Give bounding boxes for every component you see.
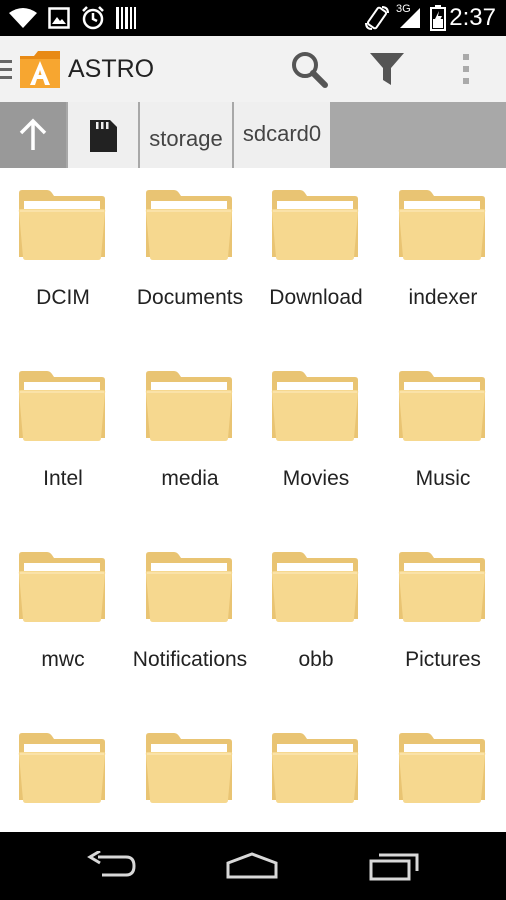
astro-logo-icon[interactable] [18,48,62,95]
filter-icon [370,53,404,85]
breadcrumb: storage sdcard0 [0,102,506,168]
up-button[interactable] [0,102,66,168]
folder-icon [145,552,233,622]
status-time: 2:37 [449,4,496,31]
folder-label: Music [415,467,471,490]
folder-item[interactable]: obb [253,530,379,711]
folder-item[interactable]: Pictures [380,530,506,711]
folder-label: obb [298,648,334,671]
wifi-icon [8,4,38,32]
overflow-menu-icon [463,54,469,84]
breadcrumb-label: sdcard0 [242,121,322,146]
folder-item[interactable]: Notifications [127,530,253,711]
folder-icon [18,733,106,803]
folder-icon [145,733,233,803]
back-icon [87,851,136,877]
image-icon [48,4,70,32]
folder-icon [398,371,486,441]
folder-item[interactable]: indexer [380,168,506,349]
home-button[interactable] [222,846,282,886]
folder-label: Movies [282,467,350,490]
folder-item[interactable]: DCIM [0,168,126,349]
folder-item[interactable] [127,711,253,832]
folder-item[interactable]: Documents [127,168,253,349]
folder-item[interactable]: Intel [0,349,126,530]
folder-icon [18,552,106,622]
folder-label: Notifications [132,648,248,671]
folder-icon [271,190,359,260]
folder-icon [398,733,486,803]
folder-label: mwc [41,648,85,671]
breadcrumb-item-storage[interactable]: storage [140,102,232,168]
sd-card-icon [90,120,117,152]
folder-item[interactable] [0,711,126,832]
folder-label: Pictures [405,648,481,671]
breadcrumb-label: storage [149,126,223,151]
overflow-menu-button[interactable] [443,46,489,92]
folder-item[interactable]: media [127,349,253,530]
back-button[interactable] [82,846,142,886]
folder-grid: DCIM Documents Download indexer Intel media Mo… [0,168,506,832]
signal-icon [398,4,422,32]
folder-item[interactable]: Music [380,349,506,530]
search-icon [292,52,328,88]
action-bar: ASTRO [0,36,506,104]
folder-item[interactable]: Download [253,168,379,349]
folder-item[interactable] [380,711,506,832]
folder-icon [145,190,233,260]
folder-label: media [161,467,219,490]
folder-icon [271,371,359,441]
folder-icon [18,190,106,260]
recent-apps-icon [369,853,419,881]
breadcrumb-item-sdcard0[interactable]: sdcard0 [234,102,330,168]
arrow-up-icon [19,118,47,150]
navigation-bar [0,832,506,900]
home-icon [226,852,278,879]
status-bar: 3G 2:37 [0,0,506,36]
folder-label: Download [269,286,363,309]
app-title: ASTRO [68,55,155,83]
filter-button[interactable] [364,46,410,92]
folder-label: DCIM [36,286,90,309]
barcode-icon [116,4,136,32]
folder-icon [398,190,486,260]
folder-label: indexer [408,286,478,309]
folder-label: Documents [136,286,244,309]
folder-icon [145,371,233,441]
alarm-icon [80,4,106,32]
rotate-icon [364,4,390,32]
search-button[interactable] [286,46,332,92]
folder-icon [398,552,486,622]
folder-item[interactable]: mwc [0,530,126,711]
folder-label: Intel [43,467,83,490]
breadcrumb-sdcard-root[interactable] [68,102,138,168]
battery-icon [430,4,446,32]
folder-icon [18,371,106,441]
folder-item[interactable] [253,711,379,832]
folder-icon [271,733,359,803]
drawer-toggle-icon[interactable] [0,58,14,87]
recent-apps-button[interactable] [364,846,424,886]
folder-item[interactable]: Movies [253,349,379,530]
folder-icon [271,552,359,622]
